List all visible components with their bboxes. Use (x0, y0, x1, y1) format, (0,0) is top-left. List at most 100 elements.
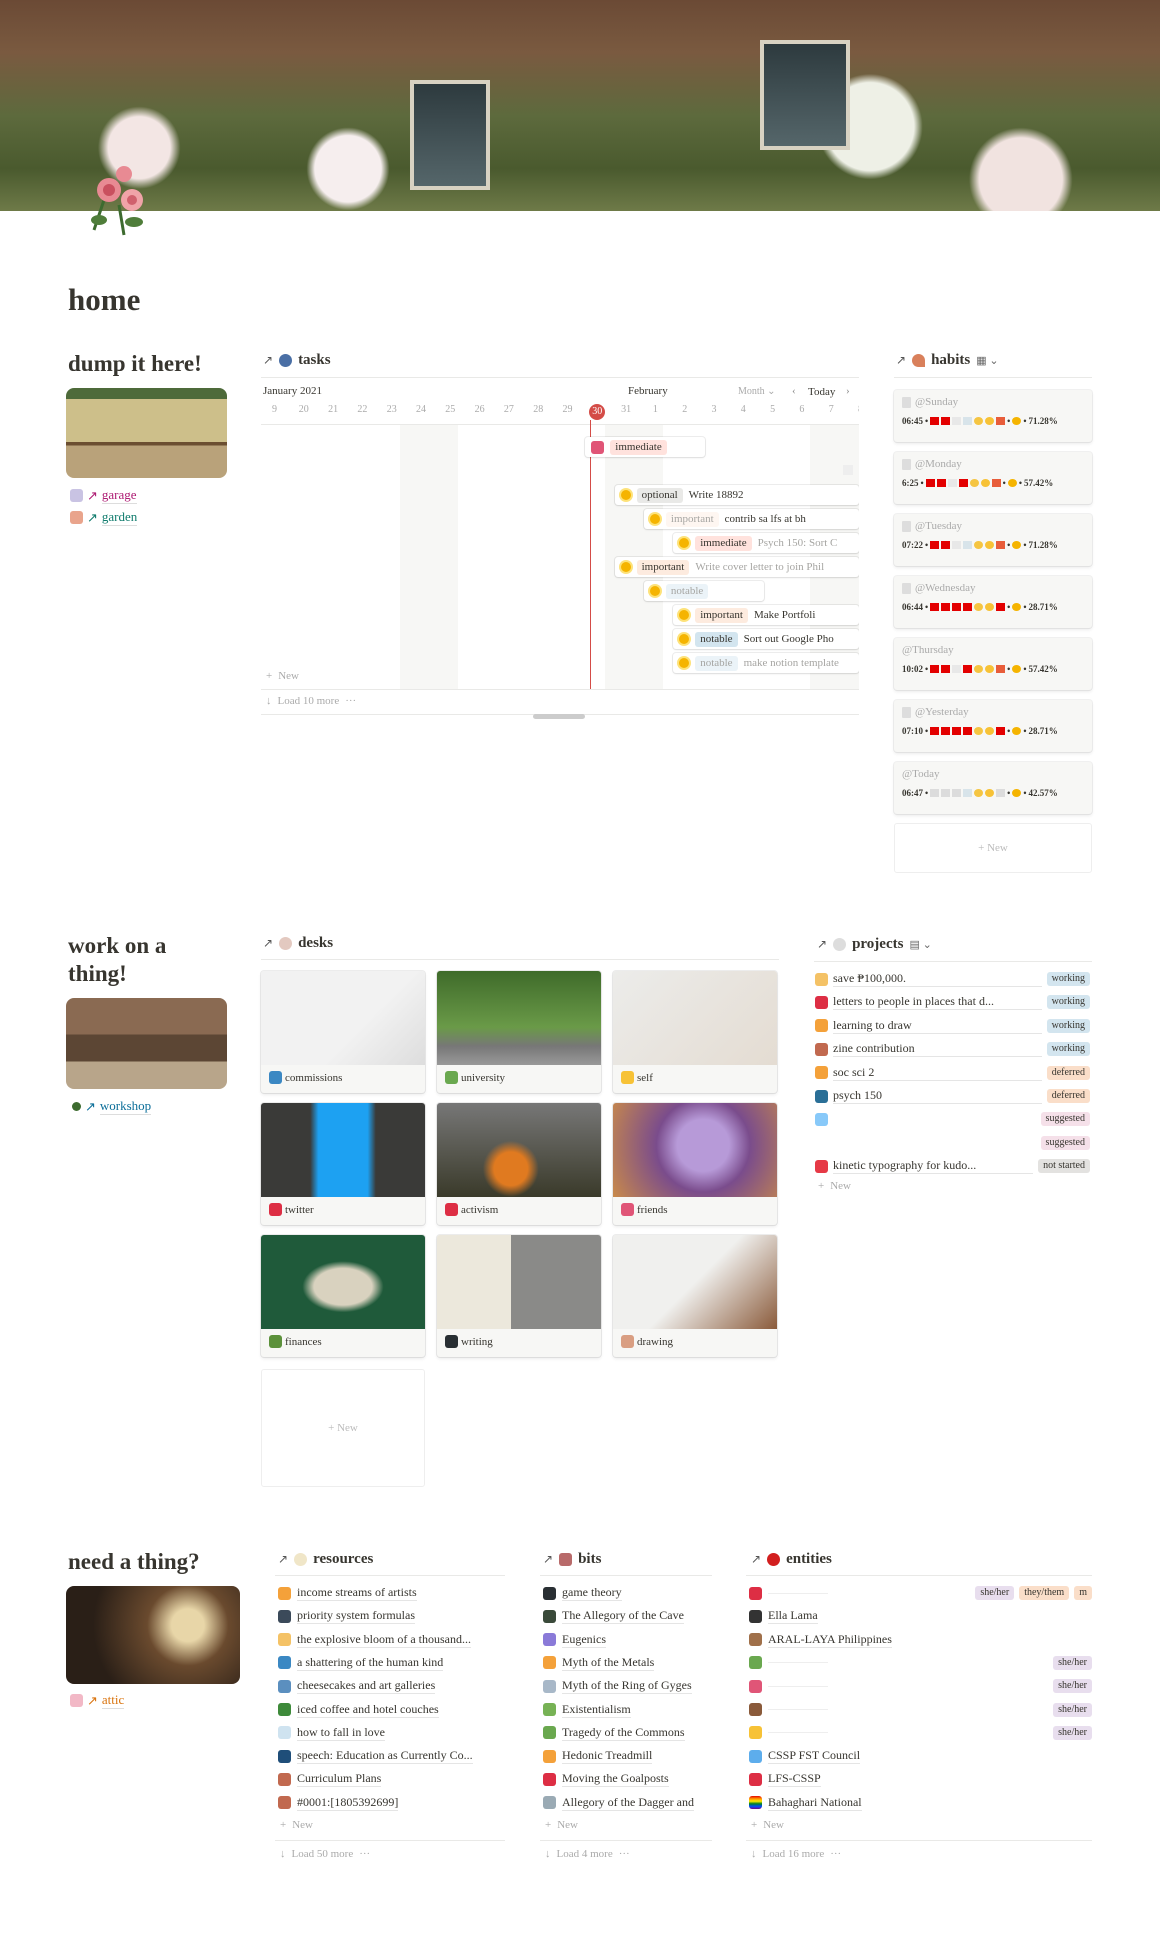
garden-link[interactable]: ↗ garden (70, 509, 138, 526)
resources-item[interactable]: priority system formulas (278, 1605, 508, 1627)
desk-card[interactable]: drawing (613, 1235, 777, 1357)
bits-header[interactable]: ↗ bits (543, 1547, 601, 1571)
habits-header[interactable]: ↗ habits ▦ ⌄ (896, 348, 999, 372)
garage-link[interactable]: ↗ garage (70, 487, 137, 504)
habit-day-label: @Tuesday (915, 520, 963, 532)
task-row[interactable]: optional Write 18892 (614, 485, 859, 505)
star-mark-icon (985, 727, 995, 735)
entities-item[interactable]: she/her (749, 1722, 1092, 1744)
attic-link[interactable]: ↗ attic (70, 1692, 125, 1709)
project-row[interactable]: suggested (815, 1108, 1090, 1130)
gallery-view-icon[interactable]: ▦ ⌄ (976, 354, 998, 367)
habit-percent: 28.71% (1028, 602, 1058, 612)
resources-item[interactable]: speech: Education as Currently Co... (278, 1745, 508, 1767)
horizontal-scrollbar[interactable] (533, 714, 585, 719)
entities-item[interactable]: Bahaghari National (749, 1792, 1092, 1814)
project-row[interactable]: zine contribution working (815, 1038, 1090, 1060)
resources-item[interactable]: cheesecakes and art galleries (278, 1675, 508, 1697)
resources-item[interactable]: how to fall in love (278, 1722, 508, 1744)
pill-mark-icon (996, 665, 1006, 673)
next-button[interactable]: › (846, 385, 850, 397)
resources-item[interactable]: income streams of artists (278, 1582, 508, 1604)
habit-card[interactable]: @Thursday 10:02 • • • 57.42% (894, 638, 1092, 690)
project-row[interactable]: save ₱100,000. working (815, 968, 1090, 990)
projects-header[interactable]: ↗ projects ▤ ⌄ (817, 932, 932, 956)
entities-new-button[interactable]: + New (751, 1819, 784, 1831)
entities-item[interactable]: ARAL-LAYA Philippines (749, 1629, 1092, 1651)
resources-item[interactable]: #0001:[1805392699] (278, 1792, 508, 1814)
project-row[interactable]: psych 150 deferred (815, 1085, 1090, 1107)
today-button[interactable]: Today (808, 386, 835, 398)
task-row[interactable]: important contrib sa lfs at bh (643, 509, 859, 529)
desk-card[interactable]: friends (613, 1103, 777, 1225)
entities-item[interactable]: she/her (749, 1675, 1092, 1697)
project-row[interactable]: suggested (815, 1132, 1090, 1154)
bits-item[interactable]: Allegory of the Dagger and (543, 1792, 715, 1814)
bits-item[interactable]: Myth of the Ring of Gyges (543, 1675, 715, 1697)
task-row[interactable]: immediate Psych 150: Sort C (673, 533, 859, 553)
bits-load-more[interactable]: ↓ Load 4 more ··· (545, 1848, 630, 1860)
desk-card[interactable]: twitter (261, 1103, 425, 1225)
bits-new-button[interactable]: + New (545, 1819, 578, 1831)
bits-item[interactable]: Myth of the Metals (543, 1652, 715, 1674)
entities-load-more[interactable]: ↓ Load 16 more ··· (751, 1848, 841, 1860)
bits-item[interactable]: game theory (543, 1582, 715, 1604)
task-row[interactable]: immediate (585, 437, 706, 457)
list-view-icon[interactable]: ▤ ⌄ (909, 938, 931, 951)
desks-header[interactable]: ↗ desks (263, 931, 333, 955)
task-row[interactable]: important Write cover letter to join Phil (614, 557, 859, 577)
resources-item[interactable]: a shattering of the human kind (278, 1652, 508, 1674)
desks-new-button[interactable]: + New (261, 1369, 425, 1487)
entities-item[interactable]: she/her they/them m (749, 1582, 1092, 1604)
task-row[interactable]: important Make Portfoli (673, 605, 859, 625)
entities-item[interactable]: she/her (749, 1699, 1092, 1721)
habit-card[interactable]: @Tuesday 07:22 • • • 71.28% (894, 514, 1092, 566)
project-row[interactable]: learning to draw working (815, 1015, 1090, 1037)
desk-card[interactable]: commissions (261, 971, 425, 1093)
desk-card[interactable]: finances (261, 1235, 425, 1357)
divider (540, 1840, 712, 1841)
habit-time: 07:22 (902, 540, 923, 550)
bits-item[interactable]: Existentialism (543, 1699, 715, 1721)
project-row[interactable]: letters to people in places that d... wor… (815, 991, 1090, 1013)
tasks-new-button[interactable]: + New (266, 670, 299, 682)
habit-card[interactable]: @Today 06:47 • • • 42.57% (894, 762, 1092, 814)
open-row-icon[interactable] (843, 465, 853, 475)
bits-item[interactable]: Hedonic Treadmill (543, 1745, 715, 1767)
resources-item[interactable]: the explosive bloom of a thousand... (278, 1629, 508, 1651)
habit-card[interactable]: @Monday 6:25 • • • 57.42% (894, 452, 1092, 504)
entities-item[interactable]: Ella Lama (749, 1605, 1092, 1627)
bits-item[interactable]: Moving the Goalposts (543, 1768, 715, 1790)
entities-item[interactable]: CSSP FST Council (749, 1745, 1092, 1767)
tasks-header[interactable]: ↗ tasks (263, 348, 331, 372)
desk-card[interactable]: activism (437, 1103, 601, 1225)
resources-item[interactable]: iced coffee and hotel couches (278, 1699, 508, 1721)
bits-item[interactable]: Eugenics (543, 1629, 715, 1651)
desk-card[interactable]: writing (437, 1235, 601, 1357)
project-row[interactable]: kinetic typography for kudo... not starte… (815, 1155, 1090, 1177)
desk-card[interactable]: self (613, 971, 777, 1093)
workshop-link[interactable]: ↗ workshop (72, 1098, 152, 1115)
entities-item[interactable]: she/her (749, 1652, 1092, 1674)
desk-card[interactable]: university (437, 971, 601, 1093)
habit-card[interactable]: @Yesterday 07:10 • • • 28.71% (894, 700, 1092, 752)
habit-card[interactable]: @Wednesday 06:44 • • • 28.71% (894, 576, 1092, 628)
prev-button[interactable]: ‹ (792, 385, 796, 397)
entities-header[interactable]: ↗ entities (751, 1547, 832, 1571)
tasks-load-more[interactable]: ↓ Load 10 more ··· (266, 695, 356, 707)
resources-item[interactable]: Curriculum Plans (278, 1768, 508, 1790)
task-row[interactable]: notable make notion template (673, 653, 859, 673)
habit-card[interactable]: @Sunday 06:45 • • • 71.28% (894, 390, 1092, 442)
bits-item[interactable]: Tragedy of the Commons (543, 1722, 715, 1744)
task-row[interactable]: notable Sort out Google Pho (673, 629, 859, 649)
resources-header[interactable]: ↗ resources (278, 1547, 373, 1571)
view-select[interactable]: Month ⌄ (738, 386, 776, 397)
resources-new-button[interactable]: + New (280, 1819, 313, 1831)
resources-load-more[interactable]: ↓ Load 50 more ··· (280, 1848, 370, 1860)
habits-new-button[interactable]: + New (894, 823, 1092, 873)
projects-new-button[interactable]: + New (818, 1180, 851, 1192)
project-row[interactable]: soc sci 2 deferred (815, 1062, 1090, 1084)
task-row[interactable]: notable (643, 581, 764, 601)
entities-item[interactable]: LFS-CSSP (749, 1768, 1092, 1790)
bits-item[interactable]: The Allegory of the Cave (543, 1605, 715, 1627)
